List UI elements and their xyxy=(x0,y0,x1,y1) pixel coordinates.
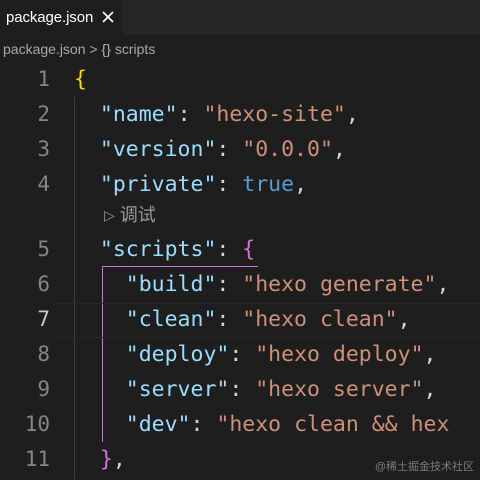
code-token: : xyxy=(216,307,243,332)
line-number: 2 xyxy=(37,102,50,126)
code-token: "hexo generate" xyxy=(242,272,437,297)
breadcrumb-file[interactable]: package.json xyxy=(3,41,86,57)
breadcrumb-symbol[interactable]: {} scripts xyxy=(102,41,156,57)
code-token: , xyxy=(423,377,437,402)
code-text: }, xyxy=(74,442,126,477)
code-token: , xyxy=(332,137,346,162)
chevron-right-icon: > xyxy=(89,41,98,57)
code-line[interactable]: 5 "scripts": { xyxy=(0,232,480,267)
code-line[interactable]: 6 "build": "hexo generate", xyxy=(0,267,480,302)
code-token: , xyxy=(436,272,450,297)
code-text: "clean": "hexo clean", xyxy=(74,302,411,337)
code-line[interactable]: 9 "server": "hexo server", xyxy=(0,372,480,407)
line-number: 4 xyxy=(37,172,50,196)
code-token: : xyxy=(190,412,217,437)
tab-bar: package.json xyxy=(0,0,480,36)
code-text: "dev": "hexo clean && hex xyxy=(74,407,450,442)
tab-label: package.json xyxy=(6,9,94,26)
code-token: : xyxy=(177,102,204,127)
play-triangle-icon: ▷ xyxy=(104,207,115,223)
code-token: "dev" xyxy=(125,412,191,437)
watermark: @稀土掘金技术社区 xyxy=(374,461,474,473)
code-token: , xyxy=(294,172,308,197)
code-line[interactable]: 8 "deploy": "hexo deploy", xyxy=(0,337,480,372)
code-token: , xyxy=(423,342,437,367)
line-number: 6 xyxy=(37,272,50,296)
code-text: "deploy": "hexo deploy", xyxy=(74,337,437,372)
line-number: 7 xyxy=(37,307,50,331)
code-token: : xyxy=(229,377,256,402)
line-number: 3 xyxy=(37,137,50,161)
codelens-debug[interactable]: ▷ 调试 xyxy=(104,201,156,229)
line-number: 8 xyxy=(37,342,50,366)
code-token: "hexo deploy" xyxy=(255,342,424,367)
code-token: "hexo clean" xyxy=(242,307,398,332)
code-text: "private": true, xyxy=(74,167,307,202)
code-token: "clean" xyxy=(125,307,217,332)
code-line[interactable]: 3 "version": "0.0.0", xyxy=(0,132,480,167)
code-token: "name" xyxy=(99,102,178,127)
code-token: true xyxy=(242,172,295,197)
code-token: { xyxy=(242,237,256,262)
code-token: , xyxy=(397,307,411,332)
code-text: "server": "hexo server", xyxy=(74,372,437,407)
code-token: : xyxy=(229,342,256,367)
code-token: "hexo clean && hex xyxy=(216,412,450,437)
breadcrumb: package.json > {} scripts xyxy=(0,36,480,62)
code-token: "0.0.0" xyxy=(242,137,333,162)
code-token: , xyxy=(345,102,359,127)
line-number: 10 xyxy=(24,412,50,436)
code-token: "version" xyxy=(99,137,217,162)
code-text: { xyxy=(74,62,87,97)
code-token: "private" xyxy=(99,172,217,197)
line-number: 11 xyxy=(24,447,50,471)
code-token: "server" xyxy=(125,377,230,402)
code-token: "deploy" xyxy=(125,342,230,367)
line-number: 9 xyxy=(37,377,50,401)
code-line[interactable]: 7 "clean": "hexo clean", xyxy=(0,302,480,337)
line-number: 1 xyxy=(37,67,50,91)
code-token: { xyxy=(74,67,87,92)
code-line[interactable]: 2 "name": "hexo-site", xyxy=(0,97,480,132)
code-token: "hexo-site" xyxy=(203,102,346,127)
code-text: "version": "0.0.0", xyxy=(74,132,346,167)
tab-package-json[interactable]: package.json xyxy=(0,0,122,35)
code-text: "scripts": { xyxy=(74,232,255,267)
code-editor[interactable]: ▷ 调试 1{2 "name": "hexo-site", 3 "version":… xyxy=(0,62,480,480)
close-icon[interactable] xyxy=(98,7,118,27)
code-text: "build": "hexo generate", xyxy=(74,267,450,302)
codelens-label: 调试 xyxy=(119,205,156,225)
code-token: } xyxy=(99,447,113,472)
breadcrumb-symbol-label: scripts xyxy=(114,41,156,57)
line-number: 5 xyxy=(37,237,50,261)
editor-window: package.json package.json > {} scripts ▷ 调… xyxy=(0,0,480,480)
code-text: "name": "hexo-site", xyxy=(74,97,359,132)
code-token: , xyxy=(112,447,126,472)
code-token: : xyxy=(216,137,243,162)
code-token: : xyxy=(216,272,243,297)
code-token: "hexo server" xyxy=(255,377,424,402)
code-line[interactable]: 10 "dev": "hexo clean && hex xyxy=(0,407,480,442)
code-token: "scripts" xyxy=(99,237,217,262)
code-line[interactable]: 1{ xyxy=(0,62,480,97)
code-token: : xyxy=(216,172,243,197)
code-token: : xyxy=(216,237,243,262)
code-token: "build" xyxy=(125,272,217,297)
braces-icon: {} xyxy=(101,41,111,57)
code-line[interactable]: 4 "private": true, xyxy=(0,167,480,202)
